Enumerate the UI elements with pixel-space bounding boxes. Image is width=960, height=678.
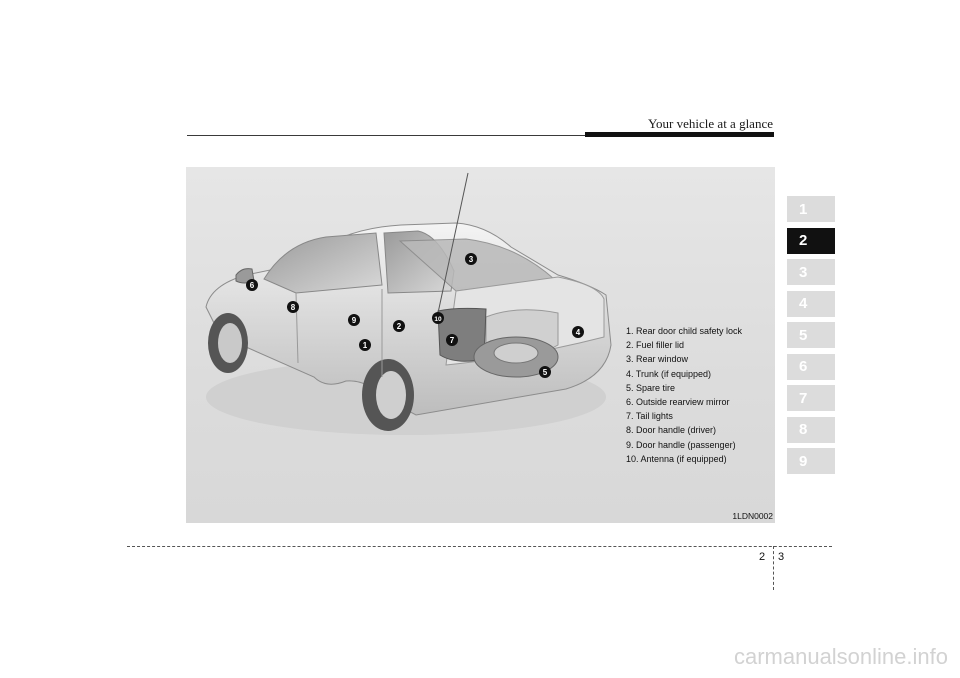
footer-rule [127, 546, 832, 547]
chapter-tab-9[interactable]: 9 [787, 448, 835, 474]
chapter-tab-5[interactable]: 5 [787, 322, 835, 348]
svg-text:1: 1 [363, 341, 368, 350]
footer-divider [773, 546, 774, 590]
legend-item: 8. Door handle (driver) [626, 425, 717, 436]
chapter-tab-6[interactable]: 6 [787, 353, 835, 380]
figure-code: 1LDN0002 [732, 511, 773, 521]
callout-4: 4 [572, 326, 584, 338]
svg-text:8: 8 [291, 303, 296, 312]
legend-item: 3. Rear window [626, 354, 689, 365]
callout-10: 10 [432, 312, 444, 324]
callout-5: 5 [539, 366, 551, 378]
vehicle-figure: 1 2 3 4 5 6 7 8 9 10 1. Rear door child … [186, 167, 775, 523]
callout-3: 3 [465, 253, 477, 265]
page-chapter: 2 [759, 551, 766, 563]
callout-7: 7 [446, 334, 458, 346]
legend-item: 10. Antenna (if equipped) [626, 453, 727, 464]
callout-9: 9 [348, 314, 360, 326]
svg-text:10: 10 [434, 316, 442, 323]
chapter-tabs: 1 2 3 4 5 6 7 8 9 [787, 196, 835, 480]
watermark: carmanualsonline.info [733, 644, 948, 669]
chapter-tab-8[interactable]: 8 [787, 416, 835, 443]
chapter-tab-1[interactable]: 1 [787, 196, 835, 222]
legend-item: 1. Rear door child safety lock [626, 326, 743, 336]
legend-item: 2. Fuel filler lid [626, 340, 685, 351]
legend-item: 9. Door handle (passenger) [626, 439, 736, 450]
callout-6: 6 [246, 279, 258, 291]
svg-text:6: 6 [250, 281, 255, 290]
svg-text:7: 7 [450, 336, 455, 345]
chapter-tab-4[interactable]: 4 [787, 290, 835, 317]
legend-item: 7. Tail lights [626, 411, 673, 422]
svg-text:3: 3 [469, 255, 474, 264]
chapter-tab-7[interactable]: 7 [787, 385, 835, 411]
header-rule-accent [585, 132, 774, 137]
callout-1: 1 [359, 339, 371, 351]
svg-text:2: 2 [397, 322, 402, 331]
page-number: 3 [778, 551, 785, 563]
svg-text:4: 4 [576, 328, 581, 337]
chapter-tab-3[interactable]: 3 [787, 259, 835, 285]
header-rule [187, 135, 587, 136]
front-door-window [263, 232, 383, 294]
page-header-title: Your vehicle at a glance [647, 116, 773, 131]
parts-legend: 1. Rear door child safety lock 2. Fuel f… [626, 324, 742, 466]
chapter-tab-2[interactable]: 2 [787, 227, 835, 254]
callout-2: 2 [393, 320, 405, 332]
legend-item: 4. Trunk (if equipped) [626, 368, 712, 379]
legend-item: 5. Spare tire [626, 382, 676, 393]
legend-item: 6. Outside rearview mirror [626, 397, 730, 408]
svg-text:9: 9 [352, 316, 357, 325]
callout-8: 8 [287, 301, 299, 313]
svg-text:5: 5 [543, 368, 548, 377]
